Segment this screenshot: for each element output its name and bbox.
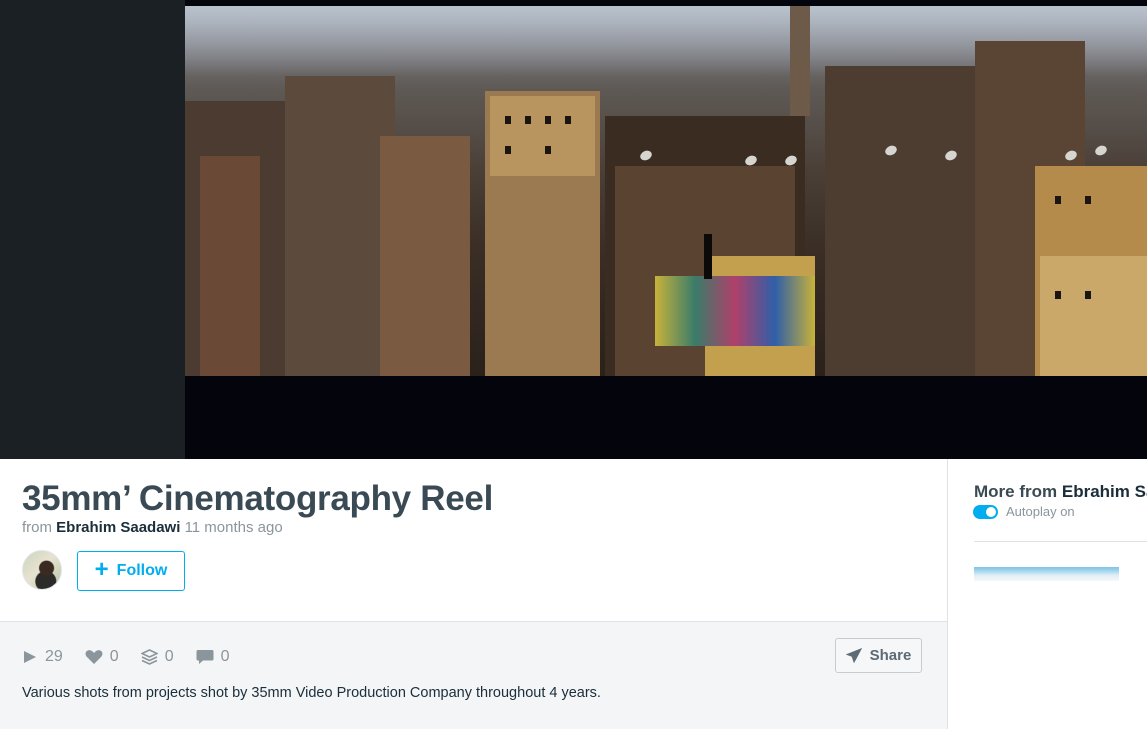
layers-icon xyxy=(140,649,158,665)
clip-info-panel: 35mm’ Cinematography Reel from Ebrahim S… xyxy=(0,459,947,622)
plays-stat[interactable]: 29 xyxy=(22,648,63,666)
window xyxy=(565,116,571,124)
related-video-thumbnail[interactable] xyxy=(974,567,1119,581)
letterbox-bar xyxy=(185,376,1147,459)
page-title: 35mm’ Cinematography Reel xyxy=(22,479,493,518)
autoplay-toggle[interactable] xyxy=(973,504,998,519)
more-from-name[interactable]: Ebrahim Saadawi xyxy=(1062,482,1147,501)
plays-count: 29 xyxy=(45,648,63,665)
building xyxy=(490,96,595,176)
author-link[interactable]: Ebrahim Saadawi xyxy=(56,519,180,536)
building xyxy=(825,66,975,376)
autoplay-label: Autoplay on xyxy=(1006,504,1075,519)
satellite-dish xyxy=(1093,143,1109,158)
autoplay-control[interactable]: Autoplay on xyxy=(973,504,1075,519)
likes-count: 0 xyxy=(109,648,119,665)
byline: from Ebrahim Saadawi 11 months ago xyxy=(22,519,283,536)
person-silhouette xyxy=(704,234,712,279)
share-label: Share xyxy=(869,647,912,664)
collections-stat[interactable]: 0 xyxy=(140,648,174,666)
window xyxy=(545,116,551,124)
from-label: from xyxy=(22,519,52,536)
plus-icon: + xyxy=(94,556,109,583)
window xyxy=(525,116,531,124)
follow-button[interactable]: + Follow xyxy=(77,551,185,591)
window xyxy=(505,116,511,124)
window xyxy=(1055,291,1061,299)
likes-stat[interactable]: 0 xyxy=(85,648,119,666)
posted-time: 11 months ago xyxy=(184,519,283,536)
share-button[interactable]: Share xyxy=(835,638,922,673)
video-player[interactable] xyxy=(185,0,1147,459)
window xyxy=(1085,196,1091,204)
clip-description: Various shots from projects shot by 35mm… xyxy=(22,685,601,701)
comments-stat[interactable]: 0 xyxy=(196,648,230,666)
building xyxy=(285,76,395,376)
more-from-heading: More from Ebrahim Saadawi xyxy=(974,482,1147,502)
stats-area: 29 0 0 0 Share Various shots from projec… xyxy=(0,621,947,729)
follow-label: Follow xyxy=(116,562,168,579)
window xyxy=(1055,196,1061,204)
building xyxy=(200,156,260,376)
building xyxy=(655,276,815,346)
window xyxy=(505,146,511,154)
divider xyxy=(974,541,1147,542)
window xyxy=(1085,291,1091,299)
video-area xyxy=(0,0,1147,459)
video-frame[interactable] xyxy=(185,6,1147,376)
heart-icon xyxy=(85,650,103,664)
window xyxy=(545,146,551,154)
avatar[interactable] xyxy=(22,550,62,590)
paper-plane-icon xyxy=(845,648,862,663)
more-from-sidebar: More from Ebrahim Saadawi Autoplay on xyxy=(947,459,1147,729)
stats-bar: 29 0 0 0 xyxy=(22,648,252,666)
building xyxy=(790,6,810,116)
collections-count: 0 xyxy=(164,648,174,665)
more-from-label: More from xyxy=(974,482,1058,501)
building xyxy=(1040,256,1147,376)
building xyxy=(380,136,470,376)
play-icon xyxy=(24,651,36,663)
comment-icon xyxy=(196,650,214,664)
comments-count: 0 xyxy=(220,648,230,665)
